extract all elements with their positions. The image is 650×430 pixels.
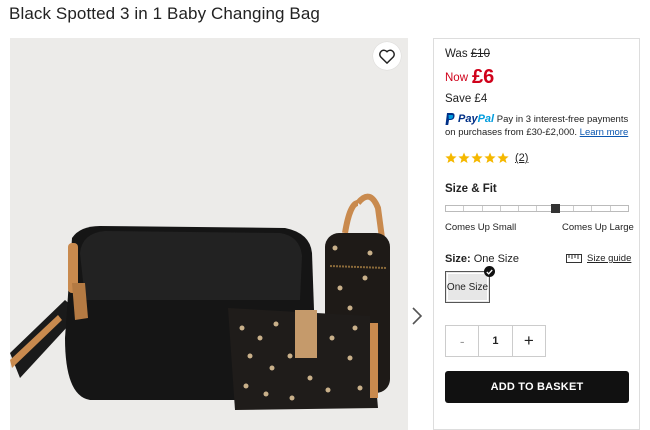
save-label: Save	[445, 93, 472, 105]
chevron-right-icon[interactable]	[410, 305, 424, 327]
paypal-logo-icon	[445, 113, 455, 126]
review-count-link[interactable]: (2)	[515, 152, 528, 164]
favourite-button[interactable]	[373, 42, 401, 70]
rating-stars: (2)	[445, 152, 528, 164]
add-to-basket-button[interactable]: ADD TO BASKET	[445, 371, 629, 403]
star-icon	[497, 152, 509, 163]
fit-scale	[445, 205, 629, 212]
paypal-brand: PayPal	[458, 113, 495, 125]
ruler-icon	[566, 254, 582, 263]
quantity-value[interactable]: 1	[479, 326, 513, 356]
fit-marker	[550, 204, 560, 213]
now-label: Now	[445, 72, 469, 84]
star-icon	[445, 152, 457, 163]
size-guide-label: Size guide	[587, 253, 632, 264]
heart-icon	[379, 49, 395, 64]
quantity-decrease-button[interactable]: -	[446, 326, 480, 356]
paypal-promo: PayPal Pay in 3 interest-free payments o…	[445, 113, 635, 139]
product-title: Black Spotted 3 in 1 Baby Changing Bag	[9, 4, 320, 23]
was-value: £10	[470, 48, 490, 60]
size-fit-heading: Size & Fit	[445, 183, 497, 195]
star-icon	[484, 152, 496, 163]
quantity-increase-button[interactable]: +	[513, 326, 545, 356]
paypal-learn-more-link[interactable]: Learn more	[580, 127, 629, 138]
now-price: Now £6	[445, 66, 494, 89]
star-icon	[471, 152, 483, 163]
size-selection: Size: One Size	[445, 253, 519, 265]
fit-left-label: Comes Up Small	[445, 222, 517, 233]
now-value: £6	[472, 66, 495, 88]
was-label: Was	[445, 48, 468, 60]
bag-illustration	[10, 38, 408, 430]
size-value: One Size	[473, 253, 519, 265]
size-label: Size:	[445, 253, 471, 265]
quantity-stepper: - 1 +	[445, 325, 546, 357]
size-option-label: One Size	[446, 281, 489, 293]
star-icon	[458, 152, 470, 163]
save-amount: Save £4	[445, 93, 487, 105]
save-value: £4	[474, 93, 488, 105]
fit-right-label: Comes Up Large	[562, 222, 634, 233]
size-guide-link[interactable]: Size guide	[566, 253, 631, 264]
size-option-one-size[interactable]: One Size	[445, 271, 490, 303]
checkmark-icon	[486, 269, 493, 275]
product-image	[10, 38, 408, 430]
selected-check	[484, 266, 495, 277]
was-price: Was £10	[445, 48, 490, 60]
